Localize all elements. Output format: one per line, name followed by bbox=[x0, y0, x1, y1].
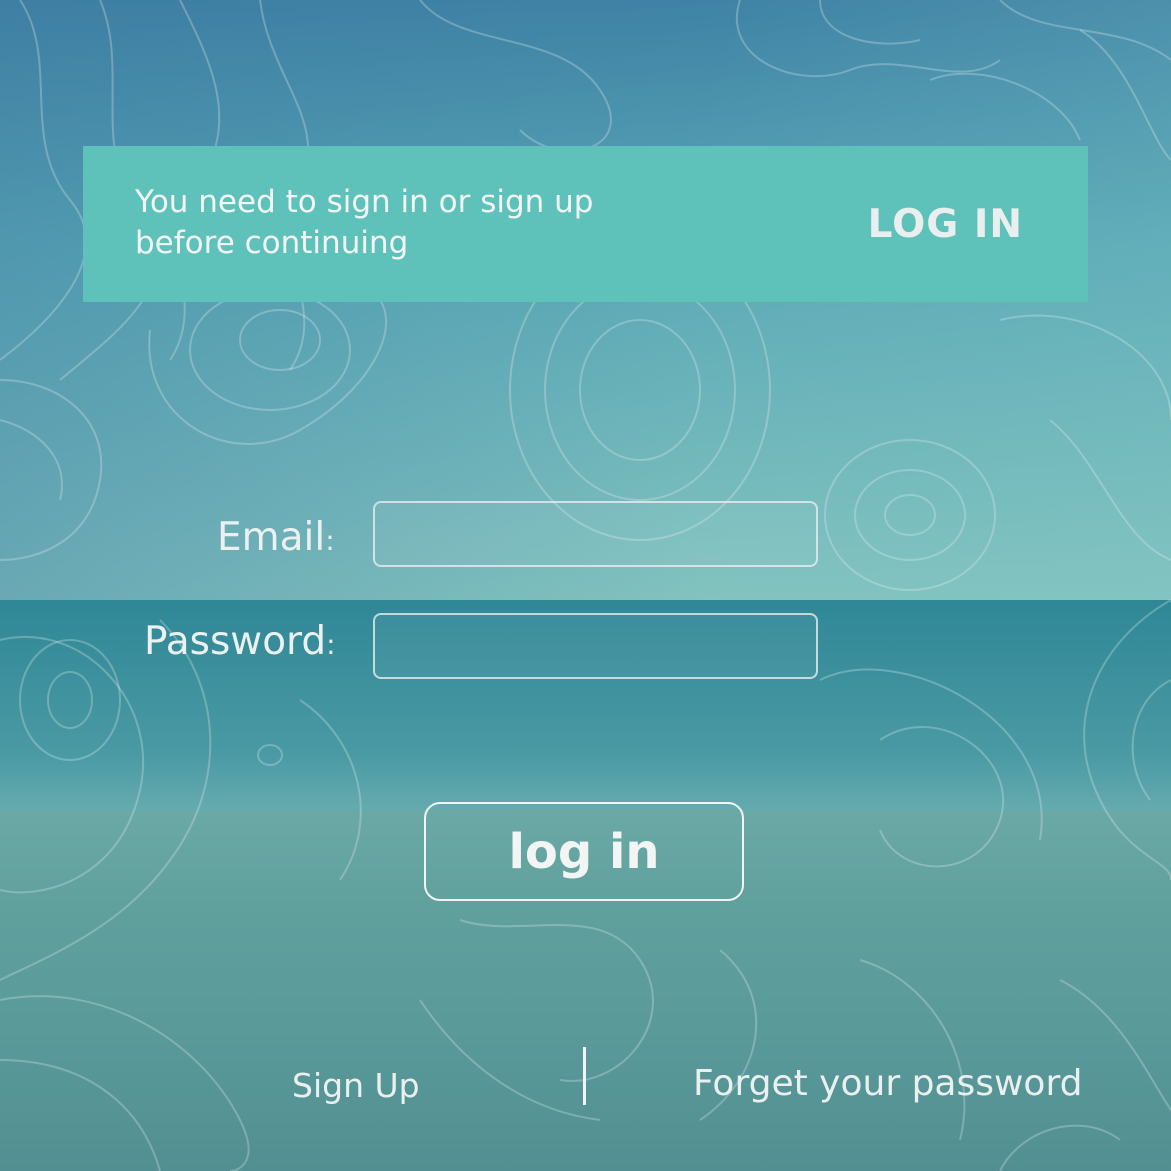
email-label: Email: bbox=[217, 515, 335, 560]
banner-message-line2: before continuing bbox=[135, 225, 409, 261]
forgot-password-link[interactable]: Forget your password bbox=[693, 1063, 1082, 1104]
email-label-text: Email bbox=[217, 515, 326, 560]
signup-link[interactable]: Sign Up bbox=[292, 1066, 420, 1105]
banner-login-button[interactable]: LOG IN bbox=[868, 202, 1023, 247]
login-page: You need to sign in or sign up before co… bbox=[0, 0, 1171, 1171]
password-field[interactable] bbox=[373, 613, 818, 679]
auth-required-banner: You need to sign in or sign up before co… bbox=[83, 146, 1088, 302]
email-field[interactable] bbox=[373, 501, 818, 567]
password-label: Password: bbox=[144, 619, 336, 664]
password-label-text: Password bbox=[144, 619, 327, 664]
email-label-colon: : bbox=[325, 524, 335, 557]
footer-divider bbox=[583, 1047, 586, 1105]
banner-message-line1: You need to sign in or sign up bbox=[135, 184, 594, 220]
login-submit-button[interactable]: log in bbox=[424, 802, 744, 901]
password-label-colon: : bbox=[326, 628, 336, 661]
banner-message: You need to sign in or sign up before co… bbox=[135, 182, 695, 264]
